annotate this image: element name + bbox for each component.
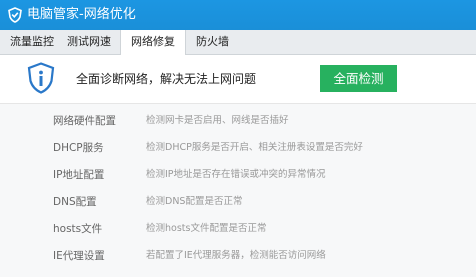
tab-speed-test[interactable]: 测试网速 [57,30,120,54]
check-item-hardware: 网络硬件配置 检测网卡是否启用、网线是否插好 [0,111,476,138]
check-item-name: DNS配置 [53,196,97,208]
check-item-desc: 检测DNS配置是否正常 [146,196,243,207]
check-item-name: IP地址配置 [53,169,105,181]
pc-manager-logo-icon [7,7,23,23]
check-item-desc: 检测hosts文件配置是否正常 [146,223,267,234]
tab-firewall[interactable]: 防火墙 [186,30,242,54]
diagnose-message: 全面诊断网络，解决无法上网问题 [76,72,257,86]
title-bar: 电脑管家-网络优化 [0,0,476,30]
check-item-desc: 若配置了IE代理服务器，检测能否访问网络 [146,250,326,261]
check-item-dns: DNS配置 检测DNS配置是否正常 [0,192,476,219]
check-item-ie-proxy: IE代理设置 若配置了IE代理服务器，检测能否访问网络 [0,246,476,273]
tab-network-repair[interactable]: 网络修复 [120,30,186,55]
network-repair-panel: 全面诊断网络，解决无法上网问题 全面检测 网络硬件配置 检测网卡是否启用、网线是… [0,55,476,277]
check-item-desc: 检测IP地址是否存在错误或冲突的异常情况 [146,169,326,180]
window-title: 电脑管家-网络优化 [27,7,136,22]
check-item-dhcp: DHCP服务 检测DHCP服务是否开启、相关注册表设置是否完好 [0,138,476,165]
check-item-hosts: hosts文件 检测hosts文件配置是否正常 [0,219,476,246]
check-item-ip: IP地址配置 检测IP地址是否存在错误或冲突的异常情况 [0,165,476,192]
shield-info-icon [27,62,55,94]
check-item-name: DHCP服务 [53,142,104,154]
full-scan-button[interactable]: 全面检测 [320,65,397,92]
tab-traffic-monitor[interactable]: 流量监控 [0,30,57,54]
tab-bar: 流量监控 测试网速 网络修复 防火墙 [0,30,476,55]
check-item-name: hosts文件 [53,223,103,235]
check-item-name: 网络硬件配置 [53,115,116,127]
check-item-name: IE代理设置 [53,250,105,262]
check-item-desc: 检测DHCP服务是否开启、相关注册表设置是否完好 [146,142,363,153]
check-item-desc: 检测网卡是否启用、网线是否插好 [146,115,289,126]
diagnose-banner: 全面诊断网络，解决无法上网问题 全面检测 [0,55,476,104]
check-list: 网络硬件配置 检测网卡是否启用、网线是否插好 DHCP服务 检测DHCP服务是否… [0,111,476,273]
